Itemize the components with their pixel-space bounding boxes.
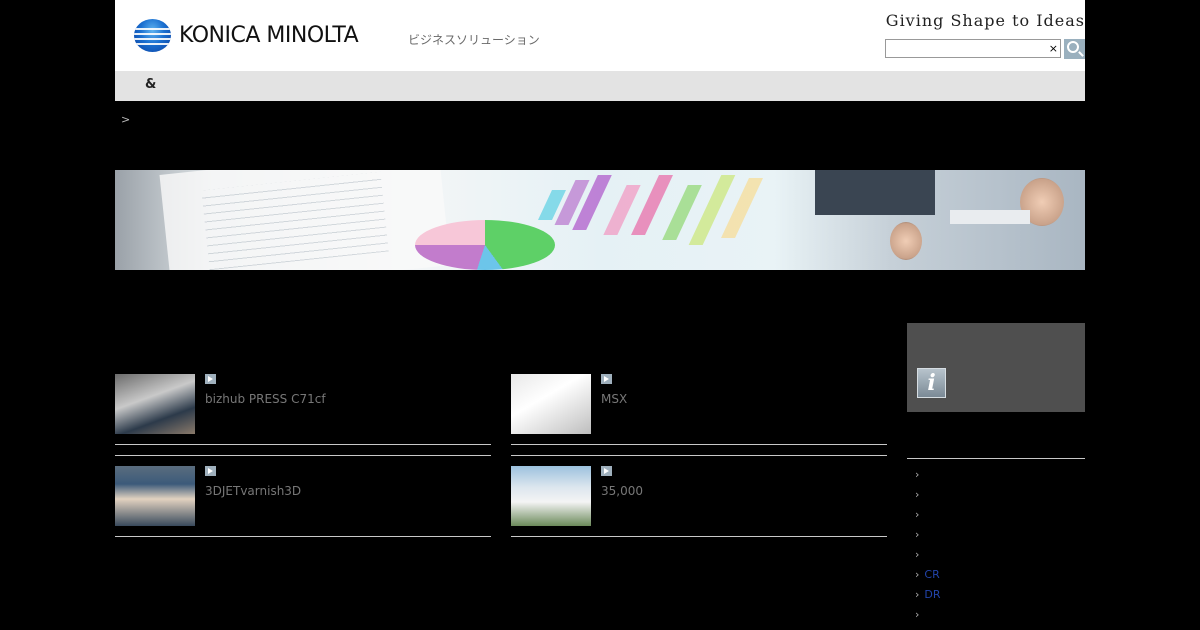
arrow-right-icon[interactable] (205, 374, 216, 384)
chevron-right-icon: › (915, 508, 920, 521)
breadcrumb: > (121, 113, 131, 126)
divider (115, 455, 491, 456)
businessman-graphic (815, 170, 935, 215)
article-title[interactable]: 35,000 (601, 484, 643, 498)
article-thumbnail[interactable] (115, 466, 195, 526)
divider (511, 444, 887, 445)
sidebar-link[interactable]: › (915, 508, 924, 521)
article-thumbnail[interactable] (511, 466, 591, 526)
brand-name: KONICA MINOLTA (179, 22, 359, 48)
tagline: Giving Shape to Ideas (885, 11, 1085, 30)
document-image (159, 170, 451, 270)
sidebar-link[interactable]: › (915, 548, 924, 561)
divider (907, 458, 1085, 459)
sidebar-link[interactable]: › (915, 488, 924, 501)
bar-chart-graphic (505, 170, 845, 260)
globe-icon (134, 19, 171, 52)
info-icon[interactable]: i (917, 368, 946, 398)
chevron-right-icon: › (915, 588, 920, 601)
sidebar-link-dr[interactable]: › DR (915, 588, 941, 601)
chevron-right-icon: › (915, 528, 920, 541)
info-box: i (907, 323, 1085, 412)
chevron-right-icon: › (915, 608, 920, 621)
nav-item[interactable]: & (145, 77, 156, 92)
arrow-right-icon[interactable] (601, 466, 612, 476)
chevron-right-icon: › (915, 568, 920, 581)
arrow-right-icon[interactable] (601, 374, 612, 384)
sidebar-link[interactable]: › (915, 608, 924, 621)
arrow-right-icon[interactable] (205, 466, 216, 476)
sidebar-link[interactable]: › (915, 528, 924, 541)
divider (511, 455, 887, 456)
person-graphic (890, 222, 922, 260)
page-container: KONICA MINOLTA ビジネスソリューション Giving Shape … (115, 0, 1085, 630)
sidebar-link-cr[interactable]: › CR (915, 568, 940, 581)
divider (115, 444, 491, 445)
chevron-right-icon: › (915, 468, 920, 481)
article-thumbnail[interactable] (115, 374, 195, 434)
search-input[interactable]: × (885, 39, 1061, 58)
brand-logo[interactable]: KONICA MINOLTA (134, 19, 359, 52)
chevron-right-icon: › (915, 548, 920, 561)
sidebar-link[interactable]: › (915, 468, 924, 481)
article-thumbnail[interactable] (511, 374, 591, 434)
global-nav: & (115, 71, 1085, 101)
divider (511, 536, 887, 537)
clear-search-button[interactable]: × (1049, 41, 1058, 56)
search-icon (1066, 41, 1079, 53)
search-button[interactable] (1064, 39, 1085, 59)
article-title[interactable]: 3DJETvarnish3D (205, 484, 301, 498)
site-header: KONICA MINOLTA ビジネスソリューション Giving Shape … (115, 0, 1085, 71)
article-title[interactable]: bizhub PRESS C71cf (205, 392, 326, 406)
article-title[interactable]: MSX (601, 392, 627, 406)
divider (115, 536, 491, 537)
site-subtitle: ビジネスソリューション (408, 33, 540, 47)
chevron-right-icon: › (915, 488, 920, 501)
handshake-graphic (950, 210, 1030, 224)
hero-banner (115, 170, 1085, 270)
